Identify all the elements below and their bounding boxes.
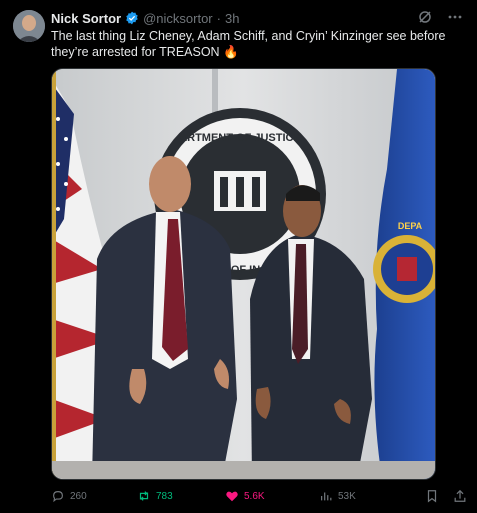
share-icon	[454, 489, 466, 502]
top-actions	[417, 9, 463, 25]
post-timestamp[interactable]: 3h	[225, 11, 239, 26]
share-button[interactable]	[453, 489, 467, 503]
repost-button[interactable]: 783	[137, 489, 225, 503]
repost-count: 783	[156, 490, 173, 502]
views-icon	[321, 492, 332, 501]
verified-badge-icon	[125, 11, 139, 25]
author-handle[interactable]: @nicksortor	[143, 11, 213, 26]
heart-icon	[226, 491, 238, 502]
secondary-actions	[425, 489, 467, 503]
avatar[interactable]	[13, 10, 45, 42]
fbi-flag-text: DEPA	[398, 221, 423, 231]
tweet-photo[interactable]: DEPA ARTMENT OF JUSTICE U OF IN	[51, 68, 436, 480]
more-icon[interactable]	[447, 9, 463, 25]
reply-button[interactable]: 260	[51, 489, 137, 503]
like-button[interactable]: 5.6K	[225, 489, 319, 503]
reply-icon	[53, 491, 63, 503]
action-bar: 260 783 5.6K 53K	[51, 487, 467, 505]
bookmark-icon	[427, 490, 437, 503]
views-count: 53K	[338, 490, 356, 502]
tweet-text: The last thing Liz Cheney, Adam Schiff, …	[51, 29, 446, 59]
seal-top-text: ARTMENT OF JUSTICE	[179, 132, 301, 144]
author-name[interactable]: Nick Sortor	[51, 11, 121, 26]
views-button[interactable]: 53K	[319, 489, 409, 503]
tweet-header: Nick Sortor @nicksortor · 3h	[51, 10, 239, 26]
bookmark-button[interactable]	[425, 489, 439, 503]
reply-count: 260	[70, 490, 87, 502]
separator-dot: ·	[216, 10, 221, 26]
repost-icon	[139, 491, 149, 501]
grok-icon[interactable]	[417, 9, 433, 25]
like-count: 5.6K	[244, 490, 265, 502]
